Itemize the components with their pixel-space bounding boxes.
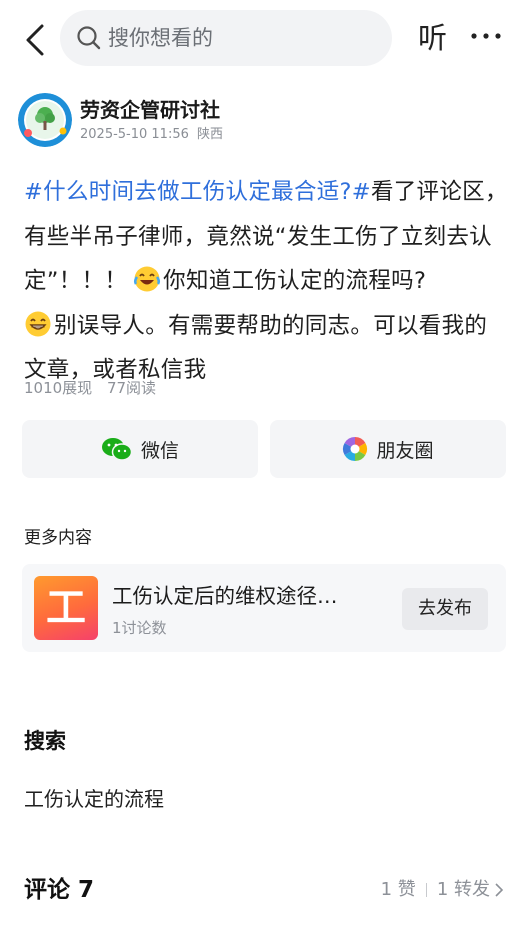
search-placeholder: 搜你想看的 [108,26,213,50]
search-icon [77,26,101,50]
author-avatar[interactable] [18,93,72,147]
post-stats: 1010展现 77阅读 [24,378,156,398]
share-moments-button[interactable]: 朋友圈 [270,420,506,478]
share-wechat-button[interactable]: 微信 [22,420,258,478]
card-title[interactable]: 工伤认定后的维权途径… [112,582,380,610]
post-text-2: 你知道工伤认定的流程吗? [163,268,427,294]
post-datetime: 2025-5-10 11:56 [80,127,189,142]
wechat-icon [101,438,133,461]
chevron-right-icon [495,883,504,897]
reads-count: 77阅读 [106,379,157,397]
impressions-count: 1010展现 [24,379,93,397]
post-text-3: 别误导人。有需要帮助的同志。可以看我的文章，或者私信我 [24,312,488,384]
share-wechat-label: 微信 [140,439,179,462]
author-name[interactable]: 劳资企管研讨社 [80,97,220,123]
avatar-logo-icon [18,93,72,147]
more-content-heading: 更多内容 [24,528,92,548]
hashtag-link[interactable]: #什么时间去做工伤认定最合适?# [24,179,371,205]
meta-divider [425,883,427,897]
top-bar: 搜你想看的 听 [0,0,528,78]
publish-button[interactable]: 去发布 [402,588,488,630]
related-search-link[interactable]: 工伤认定的流程 [24,784,164,814]
back-arrow-icon[interactable] [20,20,50,60]
card-thumbnail: 工 [34,576,98,640]
moments-icon [343,437,368,461]
comments-heading: 评论 7 [24,877,95,903]
post-meta: 2025-5-10 11:56 陕西 [80,126,223,144]
search-input[interactable]: 搜你想看的 [60,10,392,66]
grinning-emoji-icon [25,311,51,336]
comments-meta[interactable]: 1 赞 1 转发 [381,878,504,902]
share-moments-label: 朋友圈 [376,439,434,462]
listen-button[interactable]: 听 [418,16,447,60]
card-thumb-glyph: 工 [46,585,86,631]
search-section-heading: 搜索 [24,729,66,753]
more-options-icon[interactable] [470,26,502,46]
likes-count: 1 赞 [380,879,416,900]
card-discussion-count: 1讨论数 [112,619,167,637]
more-content-card[interactable]: 工 工伤认定后的维权途径… 1讨论数 去发布 [22,564,506,652]
post-body: #什么时间去做工伤认定最合适?#看了评论区，有些半吊子律师，竟然说“发生工伤了立… [24,170,508,393]
reposts-count: 1 转发 [436,879,490,900]
laughing-crying-emoji-icon [134,266,161,292]
post-location: 陕西 [197,127,224,142]
